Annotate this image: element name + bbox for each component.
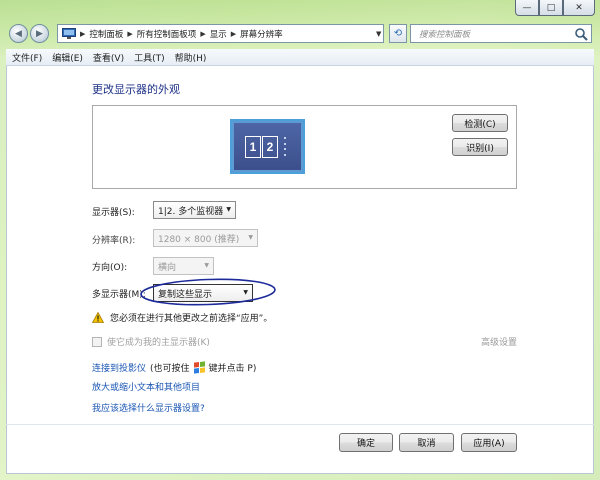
orientation-label: 方向(O): bbox=[92, 263, 128, 273]
ok-button[interactable]: 确定 bbox=[339, 433, 393, 452]
control-panel-icon bbox=[62, 28, 76, 39]
breadcrumb-separator: ▶ bbox=[230, 29, 237, 38]
search-placeholder: 搜索控制面板 bbox=[419, 29, 471, 40]
back-button[interactable]: ◀ bbox=[9, 24, 28, 43]
chevron-down-icon: ▼ bbox=[226, 206, 231, 213]
refresh-button[interactable]: ⟲ bbox=[389, 24, 407, 43]
text-size-link[interactable]: 放大或缩小文本和其他项目 bbox=[92, 380, 200, 393]
display-label: 显示器(S): bbox=[92, 208, 135, 218]
display-select[interactable]: 1|2. 多个监视器 ▼ bbox=[153, 201, 236, 219]
monitor-number-1: 1 bbox=[245, 135, 261, 158]
breadcrumb-separator: ▶ bbox=[127, 29, 133, 38]
monitor-dots-icon bbox=[280, 136, 290, 158]
warning-text: 您必须在进行其他更改之前选择“应用”。 bbox=[110, 314, 273, 324]
page-title: 更改显示器的外观 bbox=[92, 83, 180, 96]
breadcrumb-control-panel[interactable]: 控制面板 bbox=[89, 28, 123, 40]
refresh-icon: ⟲ bbox=[393, 28, 403, 39]
maximize-button[interactable]: □ bbox=[539, 0, 563, 16]
breadcrumb-separator: ▶ bbox=[80, 29, 86, 38]
orientation-select-value: 横向 bbox=[158, 262, 177, 273]
menu-edit[interactable]: 编辑(E) bbox=[52, 51, 83, 64]
cancel-button[interactable]: 取消 bbox=[399, 433, 454, 452]
warning-message: 您必须在进行其他更改之前选择“应用”。 bbox=[92, 311, 272, 324]
which-settings-link[interactable]: 我应该选择什么显示器设置? bbox=[92, 401, 205, 414]
chevron-down-icon: ▼ bbox=[248, 234, 253, 241]
menu-bar: 文件(F) 编辑(E) 查看(V) 工具(T) 帮助(H) bbox=[6, 49, 594, 66]
breadcrumb-screen-resolution[interactable]: 屏幕分辨率 bbox=[240, 28, 283, 40]
close-icon: ✕ bbox=[575, 2, 583, 13]
footer-divider bbox=[6, 424, 594, 425]
forward-button[interactable]: ▶ bbox=[30, 24, 49, 43]
address-dropdown-icon[interactable]: ▼ bbox=[376, 25, 384, 42]
menu-tools[interactable]: 工具(T) bbox=[134, 51, 165, 64]
identify-button[interactable]: 识别(I) bbox=[452, 138, 508, 156]
primary-display-option: 使它成为我的主显示器(K) bbox=[92, 335, 210, 348]
menu-help[interactable]: 帮助(H) bbox=[175, 51, 207, 64]
address-bar[interactable]: ▶ 控制面板 ▶ 所有控制面板项 ▶ 显示 ▶ 屏幕分辨率 bbox=[57, 24, 384, 43]
menu-view[interactable]: 查看(V) bbox=[93, 51, 124, 64]
display-select-value: 1|2. 多个监视器 bbox=[158, 206, 224, 217]
projector-hint: (也可按住 键并点击 P) bbox=[150, 361, 256, 374]
connect-projector-link[interactable]: 连接到投影仪 bbox=[92, 361, 146, 374]
close-button[interactable]: ✕ bbox=[563, 0, 595, 16]
monitor-number-2: 2 bbox=[262, 135, 278, 158]
maximize-icon: □ bbox=[546, 2, 556, 13]
minimize-icon: — bbox=[522, 2, 532, 13]
detect-button[interactable]: 检测(C) bbox=[452, 114, 508, 132]
breadcrumb-separator: ▶ bbox=[200, 29, 206, 38]
breadcrumb-all-items[interactable]: 所有控制面板项 bbox=[137, 28, 197, 40]
chevron-down-icon: ▼ bbox=[204, 262, 209, 269]
orientation-select[interactable]: 横向 ▼ bbox=[153, 257, 214, 275]
projector-hint-pre: (也可按住 bbox=[150, 364, 190, 374]
forward-arrow-icon: ▶ bbox=[36, 28, 43, 39]
resolution-select-value: 1280 × 800 (推荐) bbox=[158, 234, 240, 245]
projector-row: 连接到投影仪 (也可按住 键并点击 P) bbox=[92, 361, 256, 374]
monitor-thumbnail[interactable]: 1 2 bbox=[230, 119, 305, 174]
back-arrow-icon: ◀ bbox=[15, 28, 22, 39]
search-icon[interactable] bbox=[574, 27, 588, 41]
resolution-label: 分辨率(R): bbox=[92, 236, 136, 246]
menu-file[interactable]: 文件(F) bbox=[12, 51, 42, 64]
apply-button[interactable]: 应用(A) bbox=[461, 433, 517, 452]
search-input[interactable]: 搜索控制面板 bbox=[410, 24, 592, 43]
breadcrumb-display[interactable]: 显示 bbox=[210, 28, 227, 40]
monitor-screen: 1 2 bbox=[234, 123, 301, 170]
projector-hint-post: 键并点击 P) bbox=[208, 364, 257, 374]
primary-display-checkbox[interactable] bbox=[92, 336, 102, 347]
annotation-ellipse bbox=[140, 278, 276, 306]
resolution-select[interactable]: 1280 × 800 (推荐) ▼ bbox=[153, 229, 258, 247]
primary-display-label: 使它成为我的主显示器(K) bbox=[107, 338, 210, 348]
warning-icon bbox=[92, 312, 104, 323]
windows-logo-icon bbox=[193, 361, 205, 374]
advanced-settings-link[interactable]: 高级设置 bbox=[481, 335, 517, 348]
minimize-button[interactable]: — bbox=[515, 0, 539, 16]
